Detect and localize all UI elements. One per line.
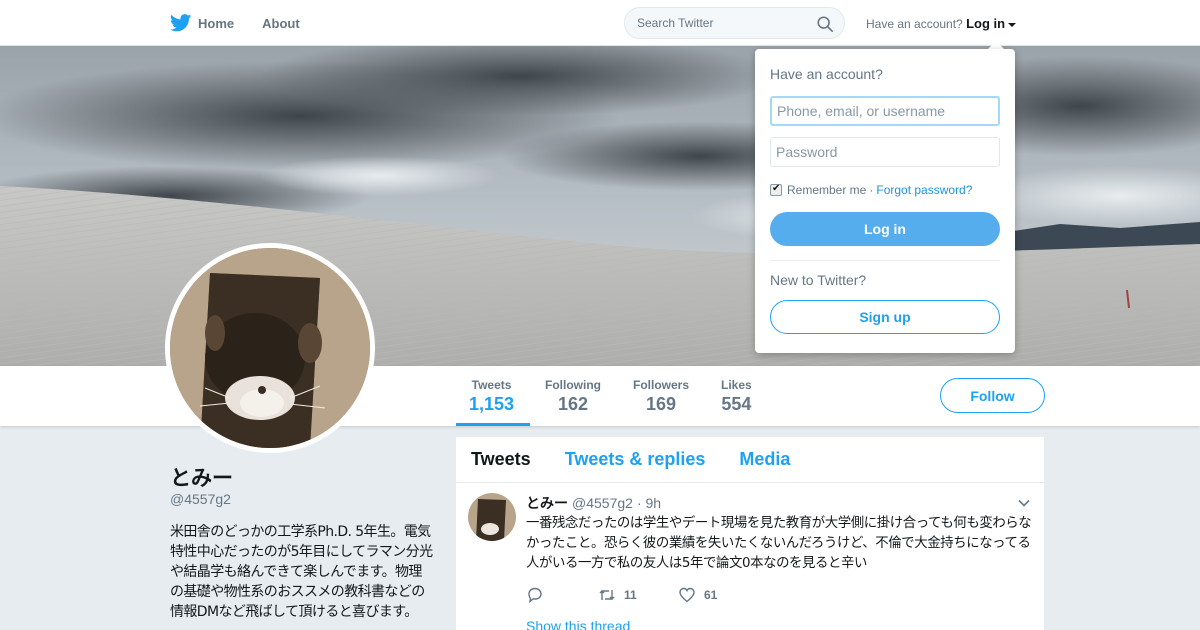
login-toggle[interactable]: Log in: [966, 16, 1017, 31]
divider: [770, 260, 1000, 261]
twitter-bird-icon: [170, 14, 192, 32]
nav-home-link[interactable]: Home: [170, 14, 234, 32]
nav-about-link[interactable]: About: [262, 16, 300, 31]
top-navigation: Home About Have an account? Log in: [0, 0, 1200, 46]
stat-label: Tweets: [471, 378, 512, 392]
tweet-timestamp[interactable]: · 9h: [637, 495, 661, 511]
remember-row: Remember me · Forgot password?: [770, 183, 972, 197]
login-dropdown: Have an account? Remember me · Forgot pa…: [755, 49, 1015, 353]
tweet-header: とみー @4557g2 · 9h: [526, 493, 1032, 513]
stat-label: Followers: [633, 378, 690, 392]
remember-checkbox[interactable]: [770, 183, 782, 196]
retweet-icon: [599, 590, 615, 600]
profile-handle[interactable]: @4557g2: [170, 491, 231, 507]
tweet-text: 一番残念だったのは学生やデート現場を見た教育が大学側に掛け合っても何も変わらなか…: [526, 516, 1032, 571]
search-icon[interactable]: [816, 15, 834, 33]
timeline-tabs: Tweets Tweets & replies Media: [456, 437, 1044, 483]
retweet-action[interactable]: 11: [598, 586, 678, 604]
profile-bio: 米田舎のどっかの工学系Ph.D. 5年生。電気特性中心だったのが5年目にしてラマ…: [170, 524, 433, 620]
stat-value: 1,153: [469, 394, 515, 414]
follow-button[interactable]: Follow: [940, 378, 1045, 413]
show-thread-link[interactable]: Show this thread: [526, 618, 1032, 630]
password-field[interactable]: [770, 137, 1000, 167]
username-field[interactable]: [770, 96, 1000, 126]
search-input[interactable]: [637, 16, 807, 30]
separator-dot: ·: [869, 183, 874, 197]
like-count: 61: [704, 588, 718, 602]
like-action[interactable]: 61: [678, 586, 717, 604]
dropdown-title: Have an account?: [770, 66, 883, 82]
tweet-avatar-image: [468, 493, 516, 541]
login-button[interactable]: Log in: [770, 212, 1000, 246]
tab-tweets[interactable]: Tweets: [471, 449, 531, 470]
avatar-image: [170, 248, 370, 448]
tweet-actions: 11 61: [526, 586, 1032, 604]
stat-value: 162: [557, 394, 589, 414]
nav-home-label: Home: [198, 15, 235, 31]
tweet-avatar[interactable]: [468, 493, 516, 541]
timeline: Tweets Tweets & replies Media とみー @4557g…: [456, 437, 1044, 630]
tab-tweets-replies[interactable]: Tweets & replies: [565, 449, 706, 470]
tab-media[interactable]: Media: [739, 449, 790, 470]
stat-label: Likes: [721, 378, 752, 392]
stat-likes[interactable]: Likes 554: [721, 378, 752, 415]
tweet-author-handle[interactable]: @4557g2: [572, 495, 633, 511]
signup-button[interactable]: Sign up: [770, 300, 1000, 334]
chevron-down-icon[interactable]: [1018, 497, 1030, 509]
tweet-author-name[interactable]: とみー: [526, 493, 568, 513]
login-prompt: Have an account? Log in: [866, 16, 1017, 31]
stat-value: 554: [721, 394, 752, 414]
nav-left: Home About: [170, 0, 300, 46]
forgot-password-link[interactable]: Forgot password?: [876, 183, 972, 197]
stat-tweets[interactable]: Tweets 1,153: [469, 378, 514, 415]
profile-avatar[interactable]: [165, 243, 375, 453]
reply-icon: [528, 587, 542, 604]
stat-following[interactable]: Following 162: [545, 378, 601, 415]
caret-down-icon: [1008, 22, 1017, 27]
profile-name: とみー: [170, 467, 233, 490]
tweet[interactable]: とみー @4557g2 · 9h 一番残念だったのは学生やデート現場を見た教育が…: [456, 483, 1044, 630]
account-prompt-text: Have an account?: [866, 17, 963, 31]
new-to-twitter-text: New to Twitter?: [770, 272, 867, 288]
stat-followers[interactable]: Followers 169: [633, 378, 689, 415]
stat-label: Following: [545, 378, 601, 392]
login-toggle-label: Log in: [966, 16, 1006, 31]
retweet-count: 11: [624, 588, 637, 602]
reply-action[interactable]: [526, 586, 598, 604]
active-tab-indicator: [456, 423, 530, 426]
search-box: [624, 7, 845, 39]
heart-icon: [679, 587, 695, 603]
remember-label: Remember me: [787, 183, 867, 197]
stat-value: 169: [645, 394, 677, 414]
